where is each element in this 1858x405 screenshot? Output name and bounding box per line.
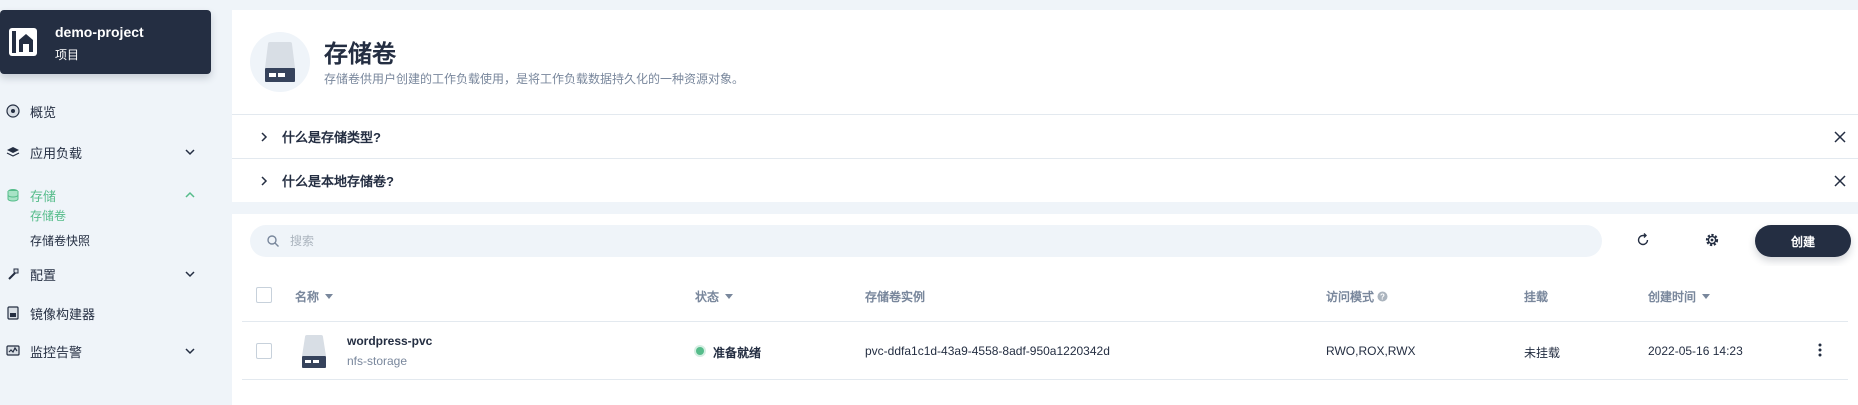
monitor-icon (6, 345, 20, 356)
volume-icon (265, 42, 295, 82)
chevron-down-icon (185, 271, 195, 278)
nav-item-image-builder[interactable]: 镜像构建器 (0, 298, 211, 328)
mount-status: 未挂载 (1524, 346, 1561, 360)
refresh-icon (1637, 233, 1649, 246)
column-header-mount: 挂载 (1524, 288, 1548, 305)
help-icon[interactable]: ? (1377, 291, 1388, 302)
nav-sub-volume-snapshots[interactable]: 存储卷快照 (30, 232, 90, 249)
nav-item-workloads[interactable]: 应用负载 (0, 137, 211, 167)
nav-label-image-builder: 镜像构建器 (30, 306, 96, 322)
sort-caret-icon (325, 294, 334, 299)
column-header-name[interactable]: 名称 (295, 288, 334, 305)
nav-label-overview: 概览 (30, 104, 57, 120)
volume-instance: pvc-ddfa1c1d-43a9-4558-8adf-950a1220342d (865, 344, 1110, 358)
faq-label: 什么是本地存储卷? (282, 174, 394, 189)
faq-item[interactable]: 什么是存储类型? (232, 114, 1858, 158)
created-time: 2022-05-16 14:23 (1648, 344, 1743, 358)
project-name: demo-project (55, 24, 144, 40)
select-all-checkbox[interactable] (256, 287, 272, 303)
gear-icon (1705, 233, 1719, 247)
more-vertical-icon (1818, 343, 1822, 357)
project-type: 项目 (55, 48, 80, 62)
faq-label: 什么是存储类型? (282, 130, 381, 145)
column-label-volume: 存储卷实例 (865, 290, 926, 304)
row-divider (242, 321, 1848, 322)
nav-label-config: 配置 (30, 267, 57, 283)
chevron-right-icon (261, 176, 268, 186)
column-label-created: 创建时间 (1648, 290, 1697, 304)
nav-label-monitoring: 监控告警 (30, 344, 83, 360)
toolbar: 创建 (232, 214, 1858, 266)
close-icon[interactable] (1832, 173, 1848, 189)
create-button[interactable]: 创建 (1755, 225, 1851, 257)
column-header-volume: 存储卷实例 (865, 288, 925, 305)
close-icon[interactable] (1832, 129, 1848, 145)
nav-label-storage: 存储 (30, 188, 57, 204)
volume-name-link[interactable]: wordpress-pvc (347, 334, 432, 348)
layers-icon (6, 147, 20, 157)
column-label-mount: 挂载 (1524, 290, 1549, 304)
faq-item[interactable]: 什么是本地存储卷? (232, 158, 1858, 202)
column-label-access-mode: 访问模式 (1326, 290, 1375, 304)
search-icon (267, 235, 279, 247)
database-icon (7, 189, 19, 202)
page-description: 存储卷供用户创建的工作负载使用，是将工作负载数据持久化的一种资源对象。 (324, 72, 745, 86)
nav-sub-volumes[interactable]: 存储卷 (30, 207, 66, 224)
search-input[interactable] (290, 225, 1580, 257)
column-label-status: 状态 (695, 290, 720, 304)
status-ready-icon (696, 347, 704, 355)
chevron-right-icon (261, 132, 268, 142)
nav-item-overview[interactable]: 概览 (0, 96, 211, 126)
page-header: 存储卷 存储卷供用户创建的工作负载使用，是将工作负载数据持久化的一种资源对象。 (232, 10, 1858, 114)
wrench-icon (8, 268, 19, 280)
project-icon (9, 28, 37, 56)
sort-caret-icon (725, 294, 734, 299)
refresh-button[interactable] (1633, 230, 1653, 250)
project-selector[interactable]: demo-project 项目 (0, 10, 211, 74)
more-actions-button[interactable] (1812, 340, 1828, 360)
volumes-table: 名称 状态 存储卷实例 访问模式 ? 挂载 创建时间 wordpress-pvc… (232, 266, 1858, 405)
overview-icon (6, 104, 20, 118)
access-mode: RWO,ROX,RWX (1326, 344, 1416, 358)
nav-item-monitoring[interactable]: 监控告警 (0, 336, 211, 366)
row-checkbox[interactable] (256, 343, 272, 359)
column-header-status[interactable]: 状态 (695, 288, 734, 305)
image-builder-icon (7, 306, 19, 320)
row-divider (242, 379, 1848, 380)
settings-button[interactable] (1702, 230, 1722, 250)
svg-text:?: ? (1380, 293, 1385, 302)
nav-item-storage[interactable]: 存储 (0, 180, 211, 210)
search-box[interactable] (250, 225, 1602, 257)
sort-caret-icon (1702, 294, 1711, 299)
page-title: 存储卷 (324, 41, 396, 68)
status-text: 准备就绪 (713, 346, 762, 360)
column-header-access-mode: 访问模式 ? (1326, 288, 1388, 305)
chevron-up-icon (185, 191, 195, 198)
page-header-icon-wrap (250, 32, 310, 92)
chevron-down-icon (185, 348, 195, 355)
column-label-name: 名称 (295, 290, 320, 304)
nav-label-workloads: 应用负载 (30, 145, 83, 161)
column-header-created[interactable]: 创建时间 (1648, 288, 1711, 305)
nav-item-config[interactable]: 配置 (0, 259, 211, 289)
chevron-down-icon (185, 149, 195, 156)
storage-class: nfs-storage (347, 354, 408, 368)
volume-icon (302, 335, 326, 368)
sidebar: demo-project 项目 概览 应用负载 存储 存储卷 存储卷快照 配置 … (0, 0, 220, 405)
